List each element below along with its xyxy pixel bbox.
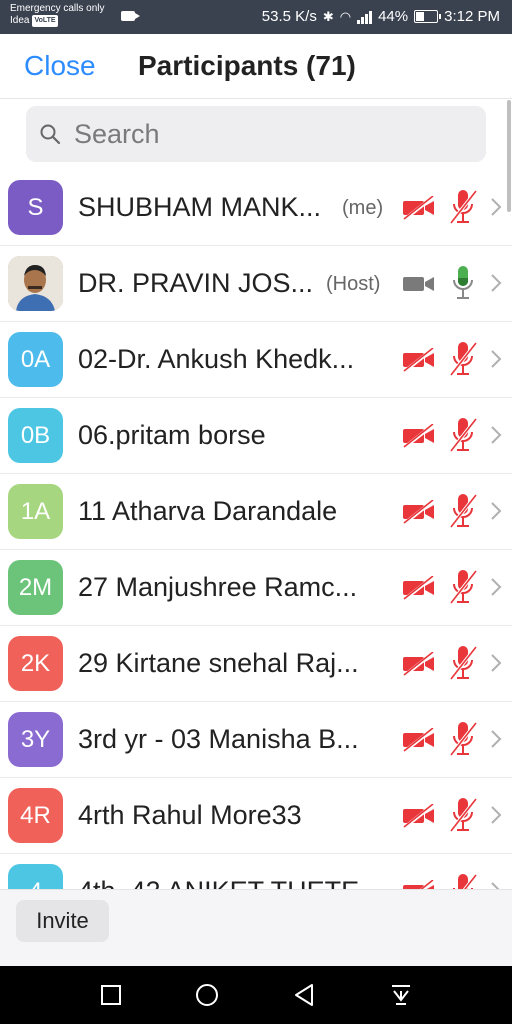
participant-name: 4rth Rahul More33 bbox=[78, 800, 302, 830]
recent-apps-icon[interactable] bbox=[98, 982, 124, 1008]
participant-row[interactable]: 2M 27 Manjushree Ramc... bbox=[0, 550, 512, 626]
search-bar[interactable] bbox=[26, 106, 486, 162]
video-off-icon[interactable] bbox=[401, 348, 437, 372]
participant-name: 4th. 42 ANIKET THETE bbox=[78, 876, 359, 890]
avatar bbox=[8, 256, 63, 311]
participant-role-tag: (Host) bbox=[326, 273, 381, 295]
wifi-icon: ◠ bbox=[339, 8, 352, 24]
participant-row[interactable]: 0A 02-Dr. Ankush Khedk... bbox=[0, 322, 512, 398]
video-off-icon[interactable] bbox=[401, 652, 437, 676]
participant-row[interactable]: S SHUBHAM MANK... (me) bbox=[0, 170, 512, 246]
mic-off-icon[interactable] bbox=[448, 644, 478, 682]
back-icon[interactable] bbox=[291, 982, 317, 1008]
avatar: 0B bbox=[8, 408, 63, 463]
chevron-right-icon[interactable] bbox=[489, 500, 503, 522]
video-off-icon[interactable] bbox=[401, 424, 437, 448]
participant-name: 06.pritam borse bbox=[78, 420, 266, 450]
mic-off-icon[interactable] bbox=[448, 568, 478, 606]
participant-row[interactable]: DR. PRAVIN JOS... (Host) bbox=[0, 246, 512, 322]
participant-name: 11 Atharva Darandale bbox=[78, 496, 338, 526]
video-off-icon[interactable] bbox=[401, 500, 437, 524]
avatar: 0A bbox=[8, 332, 63, 387]
mic-off-icon[interactable] bbox=[448, 416, 478, 454]
close-button[interactable]: Close bbox=[24, 50, 96, 82]
chevron-right-icon[interactable] bbox=[489, 424, 503, 446]
clock: 3:12 PM bbox=[444, 8, 500, 25]
avatar: 2M bbox=[8, 560, 63, 615]
participant-name: SHUBHAM MANK... bbox=[78, 192, 322, 222]
participant-name: 29 Kirtane snehal Raj... bbox=[78, 648, 359, 678]
mic-icon[interactable] bbox=[448, 264, 478, 302]
chevron-right-icon[interactable] bbox=[489, 728, 503, 750]
avatar: 3Y bbox=[8, 712, 63, 767]
vibrate-icon: ✱ bbox=[322, 8, 334, 24]
mic-off-icon[interactable] bbox=[448, 188, 478, 226]
volte-badge: VoLTE bbox=[32, 15, 58, 27]
participant-row[interactable]: 1A 11 Atharva Darandale bbox=[0, 474, 512, 550]
video-icon[interactable] bbox=[401, 272, 437, 296]
participant-name: 27 Manjushree Ramc... bbox=[78, 572, 358, 602]
participant-row[interactable]: 4 4th. 42 ANIKET THETE bbox=[0, 854, 512, 890]
participant-row[interactable]: 4R 4rth Rahul More33 bbox=[0, 778, 512, 854]
video-off-icon[interactable] bbox=[401, 728, 437, 752]
bottom-bar: Invite bbox=[0, 889, 512, 967]
chevron-right-icon[interactable] bbox=[489, 804, 503, 826]
invite-button[interactable]: Invite bbox=[16, 900, 109, 942]
notification-icon[interactable] bbox=[388, 982, 414, 1008]
navigation-bar bbox=[0, 966, 512, 1024]
camera-status-icon bbox=[121, 11, 140, 21]
chevron-right-icon[interactable] bbox=[489, 652, 503, 674]
chevron-right-icon[interactable] bbox=[489, 576, 503, 598]
page-title: Participants (71) bbox=[138, 50, 356, 81]
network-speed: 53.5 K/s bbox=[261, 8, 317, 25]
video-off-icon[interactable] bbox=[401, 196, 437, 220]
participant-list: S SHUBHAM MANK... (me) DR. PRAVIN JOS... (Ho… bbox=[0, 170, 512, 890]
participant-row[interactable]: 3Y 3rd yr - 03 Manisha B... bbox=[0, 702, 512, 778]
profile-photo bbox=[8, 256, 63, 311]
search-input[interactable] bbox=[72, 117, 456, 151]
carrier-line2: Idea bbox=[10, 15, 30, 26]
mic-off-icon[interactable] bbox=[448, 720, 478, 758]
chevron-right-icon[interactable] bbox=[489, 348, 503, 370]
video-off-icon[interactable] bbox=[401, 804, 437, 828]
video-off-icon[interactable] bbox=[401, 576, 437, 600]
home-icon[interactable] bbox=[194, 982, 220, 1008]
mic-off-icon[interactable] bbox=[448, 492, 478, 530]
participant-name: DR. PRAVIN JOS... bbox=[78, 268, 314, 298]
battery-icon bbox=[414, 10, 442, 23]
chevron-right-icon[interactable] bbox=[489, 272, 503, 294]
avatar: 1A bbox=[8, 484, 63, 539]
avatar: 2K bbox=[8, 636, 63, 691]
mic-off-icon[interactable] bbox=[448, 796, 478, 834]
participant-name: 3rd yr - 03 Manisha B... bbox=[78, 724, 359, 754]
search-icon bbox=[40, 124, 61, 145]
carrier-line1: Emergency calls only bbox=[10, 3, 105, 14]
participant-row[interactable]: 0B 06.pritam borse bbox=[0, 398, 512, 474]
header: Close Participants (71) bbox=[0, 34, 512, 99]
chevron-right-icon[interactable] bbox=[489, 196, 503, 218]
participant-role-tag: (me) bbox=[342, 197, 384, 219]
mic-off-icon[interactable] bbox=[448, 340, 478, 378]
avatar: 4R bbox=[8, 788, 63, 843]
battery-percent: 44% bbox=[378, 8, 409, 25]
avatar: S bbox=[8, 180, 63, 235]
status-bar: Emergency calls only Idea VoLTE 53.5 K/s… bbox=[0, 0, 512, 34]
carrier-info: Emergency calls only Idea VoLTE bbox=[10, 3, 104, 27]
participant-row[interactable]: 2K 29 Kirtane snehal Raj... bbox=[0, 626, 512, 702]
signal-icon bbox=[357, 10, 373, 24]
mic-off-icon[interactable] bbox=[448, 872, 478, 890]
participant-name: 02-Dr. Ankush Khedk... bbox=[78, 344, 355, 374]
avatar: 4 bbox=[8, 864, 63, 890]
